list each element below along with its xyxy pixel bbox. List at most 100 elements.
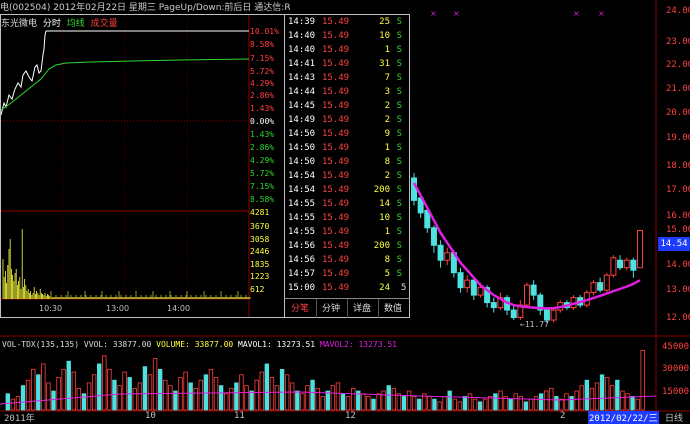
- candle-body: [470, 279, 477, 296]
- vol-label: 2446: [250, 247, 270, 256]
- volume-bar: [386, 385, 391, 411]
- tab-values[interactable]: 数值: [378, 301, 408, 314]
- candle-body: [603, 274, 610, 291]
- mavol2-value: MAVOL2: 13273.51: [319, 340, 397, 349]
- pct-label: 7.15%: [250, 182, 275, 191]
- tick-volume: 8: [384, 255, 390, 265]
- event-marker: ×: [598, 9, 605, 18]
- tick-flag: S: [396, 73, 402, 83]
- volume-bar: [335, 382, 341, 411]
- volume-bar: [15, 396, 21, 411]
- volume-bar: [5, 393, 10, 411]
- tick-time: 14:56: [288, 241, 316, 251]
- date-label: 2011年: [4, 414, 35, 424]
- tick-price: 15.49: [322, 171, 350, 181]
- volume-bar: [345, 396, 351, 411]
- vol-label: 3058: [250, 235, 270, 244]
- tick-price: 15.49: [322, 227, 350, 237]
- tick-extra: 5: [401, 283, 407, 293]
- tick-flag: S: [396, 213, 402, 223]
- pct-label: 8.58%: [250, 40, 275, 49]
- tick-price: 15.49: [322, 129, 350, 139]
- tick-price: 15.49: [322, 255, 350, 265]
- tick-price: 15.49: [322, 115, 350, 125]
- volume-axis-label: 15000: [662, 387, 690, 397]
- tick-flag: S: [396, 269, 402, 279]
- volume-bar: [533, 396, 539, 411]
- volume-bar: [218, 385, 224, 411]
- volume-bar: [579, 385, 584, 411]
- current-date-label: 2012/02/22/三: [588, 411, 659, 424]
- volume-bar: [81, 393, 87, 411]
- tick-volume: 31: [379, 59, 390, 69]
- volume-bar: [203, 374, 209, 411]
- volume-bar: [213, 377, 219, 411]
- tick-volume: 1: [384, 143, 390, 153]
- tick-time: 14:54: [288, 185, 316, 195]
- period-label[interactable]: 日线: [665, 411, 683, 424]
- candle-body: [543, 309, 550, 321]
- candle-body: [490, 302, 497, 309]
- volume-bar: [472, 398, 478, 411]
- tick-list[interactable]: 14:39 15.49 25 S 14:40 15.49 10 S 14:40 15.49 1 S 14…: [284, 15, 410, 298]
- volume-bar: [102, 355, 107, 411]
- candle-body: [477, 287, 484, 296]
- volume-bar: [564, 393, 569, 411]
- tick-flag: S: [396, 45, 402, 55]
- tick-volume: 200: [373, 241, 390, 251]
- pct-label: 5.72%: [250, 67, 275, 76]
- volume-header: VOL-TDX(135,135) VVOL: 33877.00 VOLUME: …: [2, 340, 397, 349]
- tick-price: 15.49: [322, 213, 350, 223]
- volume-bar: [188, 382, 193, 411]
- tick-time: 14:45: [288, 101, 316, 111]
- vol-indicator-name[interactable]: VOL-TDX(135,135): [2, 340, 79, 349]
- tick-time: 14:55: [288, 199, 316, 209]
- tab-detail[interactable]: 详盘: [347, 301, 377, 314]
- tick-price: 15.49: [322, 45, 350, 55]
- tick-time: 14:55: [288, 213, 316, 223]
- tick-row: 15:00 15.49 24: [285, 283, 410, 299]
- tick-flag: S: [396, 129, 402, 139]
- price-label: 23.00: [666, 37, 690, 47]
- candle-body: [597, 282, 604, 291]
- tick-volume: 5: [384, 269, 390, 279]
- volume-bar: [523, 401, 529, 411]
- volume-bar: [279, 368, 285, 411]
- tick-flag: S: [396, 227, 402, 237]
- volume-bar: [310, 379, 315, 411]
- date-label: 12: [345, 411, 356, 421]
- candle-body: [524, 284, 530, 306]
- volume-bar: [66, 360, 71, 411]
- volume-bar: [97, 363, 102, 411]
- pct-label: 2.86%: [250, 143, 275, 152]
- tick-time: 14:57: [288, 269, 316, 279]
- intraday-popup[interactable]: 东光微电 分时 均线 成交量 10.01% 8.58% 7.15% 5.72% …: [0, 14, 410, 318]
- tick-volume: 9: [384, 129, 390, 139]
- intraday-chart: [1, 15, 251, 317]
- time-label: 14:00: [167, 304, 191, 313]
- tick-flag: S: [396, 199, 402, 209]
- volume-bar: [554, 396, 559, 411]
- popup-tabs: 分笔 分钟 详盘 数值: [284, 298, 410, 318]
- mavol1-value: MAVOL1: 13273.51: [238, 340, 316, 349]
- volume-bar: [396, 393, 402, 411]
- tick-price: 15.49: [322, 241, 350, 251]
- tick-volume: 3: [384, 87, 390, 97]
- tick-volume: 1: [384, 45, 390, 55]
- price-label: 17.00: [666, 185, 690, 195]
- time-label: 10:30: [39, 304, 63, 313]
- volume-bar: [122, 371, 127, 411]
- tick-price: 15.49: [322, 17, 350, 27]
- tab-minute[interactable]: 分钟: [316, 301, 346, 314]
- volume-bar: [305, 385, 310, 411]
- tick-flag: S: [396, 171, 402, 181]
- vol-label: 1223: [250, 272, 270, 281]
- volume-bar: [234, 382, 239, 411]
- volume-bar: [132, 387, 137, 411]
- volume-bar: [406, 390, 412, 411]
- price-label: 18.00: [666, 161, 690, 171]
- vvol-value: VVOL: 33877.00: [83, 340, 152, 349]
- tick-price: 15.49: [322, 185, 350, 195]
- tab-ticks[interactable]: 分笔: [285, 301, 315, 314]
- volume-bar: [528, 398, 534, 411]
